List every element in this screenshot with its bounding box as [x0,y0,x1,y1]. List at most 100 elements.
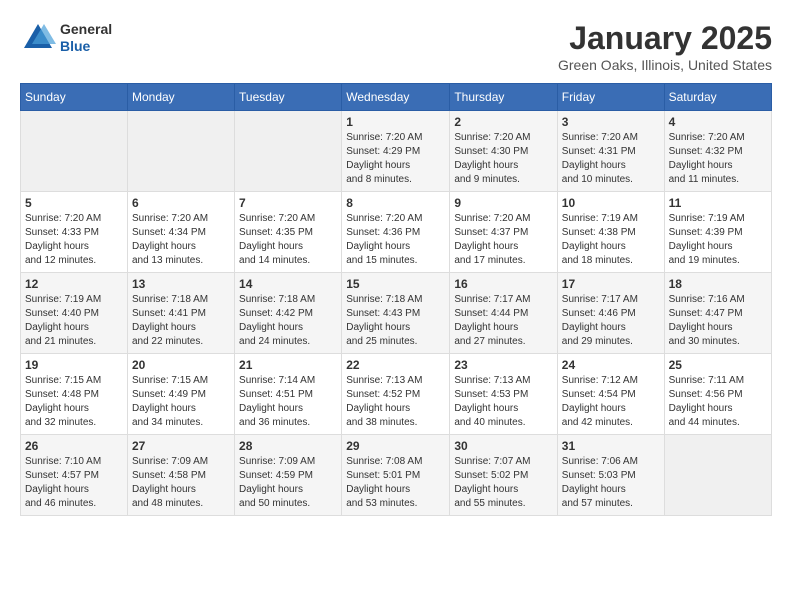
calendar-cell: 31 Sunrise: 7:06 AM Sunset: 5:03 PM Dayl… [557,435,664,516]
calendar-cell: 24 Sunrise: 7:12 AM Sunset: 4:54 PM Dayl… [557,354,664,435]
day-number: 8 [346,196,445,210]
calendar-cell: 23 Sunrise: 7:13 AM Sunset: 4:53 PM Dayl… [450,354,557,435]
calendar-cell: 2 Sunrise: 7:20 AM Sunset: 4:30 PM Dayli… [450,111,557,192]
calendar-cell: 14 Sunrise: 7:18 AM Sunset: 4:42 PM Dayl… [235,273,342,354]
calendar-cell: 22 Sunrise: 7:13 AM Sunset: 4:52 PM Dayl… [342,354,450,435]
calendar-cell: 13 Sunrise: 7:18 AM Sunset: 4:41 PM Dayl… [127,273,234,354]
calendar-cell: 21 Sunrise: 7:14 AM Sunset: 4:51 PM Dayl… [235,354,342,435]
calendar-cell: 5 Sunrise: 7:20 AM Sunset: 4:33 PM Dayli… [21,192,128,273]
calendar-table: SundayMondayTuesdayWednesdayThursdayFrid… [20,83,772,516]
day-info: Sunrise: 7:12 AM Sunset: 4:54 PM Dayligh… [562,374,660,430]
calendar-cell: 9 Sunrise: 7:20 AM Sunset: 4:37 PM Dayli… [450,192,557,273]
calendar-cell [127,111,234,192]
calendar-cell: 17 Sunrise: 7:17 AM Sunset: 4:46 PM Dayl… [557,273,664,354]
day-info: Sunrise: 7:06 AM Sunset: 5:03 PM Dayligh… [562,455,660,511]
day-info: Sunrise: 7:07 AM Sunset: 5:02 PM Dayligh… [454,455,552,511]
logo: General Blue [20,20,112,56]
day-info: Sunrise: 7:20 AM Sunset: 4:29 PM Dayligh… [346,131,445,187]
day-info: Sunrise: 7:20 AM Sunset: 4:31 PM Dayligh… [562,131,660,187]
day-number: 29 [346,439,445,453]
day-info: Sunrise: 7:20 AM Sunset: 4:30 PM Dayligh… [454,131,552,187]
day-info: Sunrise: 7:08 AM Sunset: 5:01 PM Dayligh… [346,455,445,511]
day-info: Sunrise: 7:17 AM Sunset: 4:44 PM Dayligh… [454,293,552,349]
day-info: Sunrise: 7:17 AM Sunset: 4:46 PM Dayligh… [562,293,660,349]
day-info: Sunrise: 7:19 AM Sunset: 4:39 PM Dayligh… [669,212,767,268]
calendar-cell: 4 Sunrise: 7:20 AM Sunset: 4:32 PM Dayli… [664,111,771,192]
day-info: Sunrise: 7:09 AM Sunset: 4:58 PM Dayligh… [132,455,230,511]
title-block: January 2025 Green Oaks, Illinois, Unite… [558,20,772,73]
calendar-body: 1 Sunrise: 7:20 AM Sunset: 4:29 PM Dayli… [21,111,772,516]
weekday-header-row: SundayMondayTuesdayWednesdayThursdayFrid… [21,84,772,111]
day-number: 18 [669,277,767,291]
calendar-week-3: 12 Sunrise: 7:19 AM Sunset: 4:40 PM Dayl… [21,273,772,354]
day-number: 20 [132,358,230,372]
calendar-cell: 10 Sunrise: 7:19 AM Sunset: 4:38 PM Dayl… [557,192,664,273]
day-info: Sunrise: 7:19 AM Sunset: 4:40 PM Dayligh… [25,293,123,349]
calendar-cell: 11 Sunrise: 7:19 AM Sunset: 4:39 PM Dayl… [664,192,771,273]
calendar-cell: 30 Sunrise: 7:07 AM Sunset: 5:02 PM Dayl… [450,435,557,516]
location: Green Oaks, Illinois, United States [558,57,772,73]
day-info: Sunrise: 7:09 AM Sunset: 4:59 PM Dayligh… [239,455,337,511]
day-info: Sunrise: 7:19 AM Sunset: 4:38 PM Dayligh… [562,212,660,268]
calendar-cell: 26 Sunrise: 7:10 AM Sunset: 4:57 PM Dayl… [21,435,128,516]
day-info: Sunrise: 7:20 AM Sunset: 4:36 PM Dayligh… [346,212,445,268]
calendar-cell: 7 Sunrise: 7:20 AM Sunset: 4:35 PM Dayli… [235,192,342,273]
day-number: 17 [562,277,660,291]
calendar-cell: 12 Sunrise: 7:19 AM Sunset: 4:40 PM Dayl… [21,273,128,354]
calendar-cell: 29 Sunrise: 7:08 AM Sunset: 5:01 PM Dayl… [342,435,450,516]
day-number: 24 [562,358,660,372]
day-number: 11 [669,196,767,210]
day-number: 1 [346,115,445,129]
day-number: 16 [454,277,552,291]
calendar-cell: 28 Sunrise: 7:09 AM Sunset: 4:59 PM Dayl… [235,435,342,516]
calendar-cell: 16 Sunrise: 7:17 AM Sunset: 4:44 PM Dayl… [450,273,557,354]
day-info: Sunrise: 7:10 AM Sunset: 4:57 PM Dayligh… [25,455,123,511]
day-number: 12 [25,277,123,291]
calendar-cell: 18 Sunrise: 7:16 AM Sunset: 4:47 PM Dayl… [664,273,771,354]
day-info: Sunrise: 7:18 AM Sunset: 4:41 PM Dayligh… [132,293,230,349]
calendar-header: SundayMondayTuesdayWednesdayThursdayFrid… [21,84,772,111]
day-number: 30 [454,439,552,453]
day-number: 5 [25,196,123,210]
day-number: 31 [562,439,660,453]
day-number: 25 [669,358,767,372]
day-number: 27 [132,439,230,453]
day-info: Sunrise: 7:13 AM Sunset: 4:53 PM Dayligh… [454,374,552,430]
calendar-cell: 15 Sunrise: 7:18 AM Sunset: 4:43 PM Dayl… [342,273,450,354]
day-number: 28 [239,439,337,453]
day-number: 4 [669,115,767,129]
weekday-header-tuesday: Tuesday [235,84,342,111]
weekday-header-thursday: Thursday [450,84,557,111]
logo-blue: Blue [60,38,112,55]
day-info: Sunrise: 7:15 AM Sunset: 4:48 PM Dayligh… [25,374,123,430]
day-number: 22 [346,358,445,372]
calendar-week-1: 1 Sunrise: 7:20 AM Sunset: 4:29 PM Dayli… [21,111,772,192]
calendar-week-5: 26 Sunrise: 7:10 AM Sunset: 4:57 PM Dayl… [21,435,772,516]
day-number: 23 [454,358,552,372]
day-number: 13 [132,277,230,291]
logo-text: General Blue [60,21,112,55]
day-number: 14 [239,277,337,291]
logo-general: General [60,21,112,38]
day-info: Sunrise: 7:14 AM Sunset: 4:51 PM Dayligh… [239,374,337,430]
day-info: Sunrise: 7:20 AM Sunset: 4:32 PM Dayligh… [669,131,767,187]
weekday-header-saturday: Saturday [664,84,771,111]
calendar-cell: 3 Sunrise: 7:20 AM Sunset: 4:31 PM Dayli… [557,111,664,192]
day-info: Sunrise: 7:13 AM Sunset: 4:52 PM Dayligh… [346,374,445,430]
day-info: Sunrise: 7:20 AM Sunset: 4:33 PM Dayligh… [25,212,123,268]
logo-icon [20,20,56,56]
calendar-week-2: 5 Sunrise: 7:20 AM Sunset: 4:33 PM Dayli… [21,192,772,273]
calendar-week-4: 19 Sunrise: 7:15 AM Sunset: 4:48 PM Dayl… [21,354,772,435]
month-title: January 2025 [558,20,772,57]
weekday-header-monday: Monday [127,84,234,111]
day-info: Sunrise: 7:16 AM Sunset: 4:47 PM Dayligh… [669,293,767,349]
day-info: Sunrise: 7:18 AM Sunset: 4:42 PM Dayligh… [239,293,337,349]
day-number: 15 [346,277,445,291]
page-header: General Blue January 2025 Green Oaks, Il… [20,20,772,73]
day-number: 9 [454,196,552,210]
day-info: Sunrise: 7:15 AM Sunset: 4:49 PM Dayligh… [132,374,230,430]
day-number: 7 [239,196,337,210]
day-number: 6 [132,196,230,210]
weekday-header-wednesday: Wednesday [342,84,450,111]
calendar-cell [235,111,342,192]
